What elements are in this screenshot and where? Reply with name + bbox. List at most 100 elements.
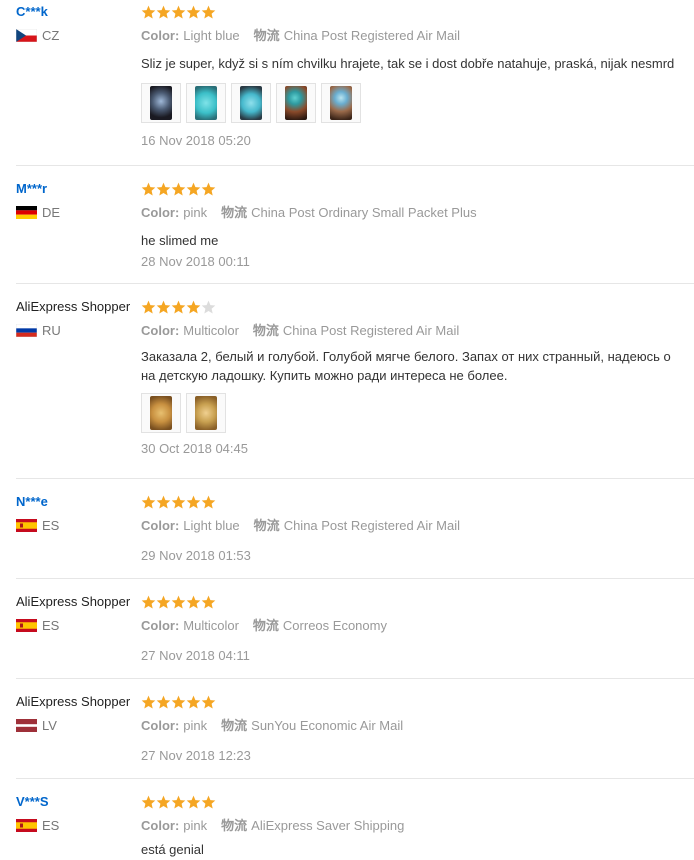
review-item: AliExpress Shopper RU Color: Multicolor 物流… — [15, 284, 694, 479]
review-text: Заказала 2, белый и голубой. Голубой мяг… — [141, 349, 671, 364]
country-code: CZ — [42, 27, 60, 43]
order-info: Color: pink 物流 SunYou Economic Air Mail — [141, 718, 694, 734]
reviewer-country: LV — [16, 717, 141, 733]
review-date: 27 Nov 2018 12:23 — [141, 748, 251, 763]
review-photo[interactable] — [231, 83, 271, 123]
reviewer-name[interactable]: M***r — [16, 181, 141, 197]
shipping-value: China Post Registered Air Mail — [282, 323, 460, 338]
country-code: DE — [42, 204, 61, 220]
star-filled-icon — [171, 5, 186, 18]
country-code: ES — [42, 517, 60, 533]
star-rating — [141, 299, 694, 315]
review-content: Color: Light blue 物流 China Post Registered … — [141, 4, 694, 149]
star-filled-icon — [156, 595, 171, 608]
star-filled-icon — [186, 795, 201, 808]
review-content: Color: Multicolor 物流 Correos Economy 27 Nov… — [141, 594, 694, 664]
review-date: 16 Nov 2018 05:20 — [141, 133, 251, 148]
star-filled-icon — [171, 695, 186, 708]
shipping-value: China Post Registered Air Mail — [283, 518, 460, 533]
review-content: Color: pink 物流 AliExpress Saver Shipping es… — [141, 794, 694, 859]
review-photos — [141, 83, 694, 123]
review-content: Color: pink 物流 SunYou Economic Air Mail 27 … — [141, 694, 694, 764]
review-content: Color: Light blue 物流 China Post Registered … — [141, 494, 694, 564]
reviewer-name[interactable]: N***e — [16, 494, 141, 510]
star-filled-icon — [186, 5, 201, 18]
star-filled-icon — [186, 182, 201, 195]
review-item: N***e ES Color: Light blue 物流 China Post Re… — [16, 479, 694, 579]
flag-ru-icon — [15, 323, 38, 337]
star-rating — [141, 181, 694, 197]
star-filled-icon — [156, 795, 171, 808]
star-filled-icon — [141, 182, 156, 195]
country-code: ES — [42, 617, 60, 633]
star-filled-icon — [156, 695, 171, 708]
star-filled-icon — [201, 5, 216, 18]
star-rating — [141, 694, 694, 710]
color-value: Multicolor — [183, 323, 239, 338]
review-photo[interactable] — [186, 393, 226, 433]
review-content: Color: pink 物流 China Post Ordinary Small Pa… — [141, 181, 694, 270]
review-item: M***r DE Color: pink 物流 China Post Ordinary… — [16, 166, 694, 284]
color-label: Color: — [141, 205, 180, 220]
color-value: pink — [183, 205, 208, 220]
color-value: Light blue — [183, 28, 240, 43]
review-photo[interactable] — [321, 83, 361, 123]
country-code: RU — [42, 322, 61, 338]
flag-lv-icon — [16, 718, 37, 732]
shipping-value: China Post Registered Air Mail — [283, 28, 460, 43]
reviewer-name[interactable]: V***S — [16, 794, 141, 810]
review-date: 30 Oct 2018 04:45 — [141, 441, 248, 456]
star-filled-icon — [186, 595, 201, 608]
order-info: Color: pink 物流 AliExpress Saver Shipping — [141, 818, 694, 834]
country-code: ES — [42, 817, 60, 833]
review-photo[interactable] — [276, 83, 316, 123]
shipping-value: Correos Economy — [282, 618, 387, 633]
review-photo[interactable] — [141, 83, 181, 123]
reviewer-info: N***e ES — [16, 494, 141, 533]
shipping-label: 物流 — [221, 818, 248, 833]
star-filled-icon — [141, 595, 156, 608]
reviewer-name[interactable]: AliExpress Shopper — [16, 299, 141, 315]
shipping-label: 物流 — [221, 205, 248, 220]
reviewer-country: ES — [16, 517, 141, 533]
review-photo[interactable] — [141, 393, 181, 433]
reviewer-name[interactable]: AliExpress Shopper — [16, 594, 141, 610]
color-value: pink — [183, 718, 208, 733]
shipping-label: 物流 — [252, 323, 279, 338]
review-text-line-2: на детскую ладошку. Купить можно ради ин… — [141, 368, 508, 383]
slime-in-hand-photo — [285, 86, 307, 120]
order-info: Color: pink 物流 China Post Ordinary Small Pa… — [141, 205, 694, 221]
order-info: Color: Multicolor 物流 China Post Registered … — [141, 323, 694, 339]
review-text: Sliz je super, když si s ním chvilku hra… — [141, 56, 675, 71]
review-photo[interactable] — [186, 83, 226, 123]
gold-slime-photo — [150, 396, 172, 430]
star-filled-icon — [186, 495, 201, 508]
review-list: C***k CZ Color: Light blue 物流 China Post Re… — [0, 0, 694, 860]
shipping-label: 物流 — [252, 618, 279, 633]
reviewer-info: M***r DE — [16, 181, 141, 220]
color-label: Color: — [141, 818, 180, 833]
color-label: Color: — [141, 323, 180, 338]
order-info: Color: Light blue 物流 China Post Registered … — [141, 518, 694, 534]
star-filled-icon — [201, 182, 216, 195]
review-date: 28 Nov 2018 00:11 — [141, 254, 250, 269]
reviewer-name[interactable]: AliExpress Shopper — [16, 694, 141, 710]
reviewer-country: DE — [16, 204, 141, 220]
shipping-value: China Post Ordinary Small Packet Plus — [251, 205, 477, 220]
review-text: está genial — [141, 842, 204, 857]
reviewer-country: CZ — [15, 27, 141, 43]
reviewer-name[interactable]: C***k — [16, 4, 141, 20]
flag-de-icon — [16, 205, 37, 219]
turquoise-slime-photo — [195, 86, 217, 120]
reviewer-info: AliExpress Shopper ES — [16, 594, 141, 633]
review-item: AliExpress Shopper ES Color: Multicolor 物流… — [16, 579, 694, 679]
color-label: Color: — [141, 518, 180, 533]
star-empty-icon — [201, 300, 216, 313]
star-filled-icon — [171, 495, 186, 508]
reviewer-info: C***k CZ — [15, 4, 141, 43]
shipping-label: 物流 — [253, 28, 280, 43]
review-item: C***k CZ Color: Light blue 物流 China Post Re… — [15, 0, 694, 166]
star-filled-icon — [141, 5, 156, 18]
reviewer-info: AliExpress Shopper LV — [16, 694, 141, 733]
review-photos — [141, 393, 694, 433]
